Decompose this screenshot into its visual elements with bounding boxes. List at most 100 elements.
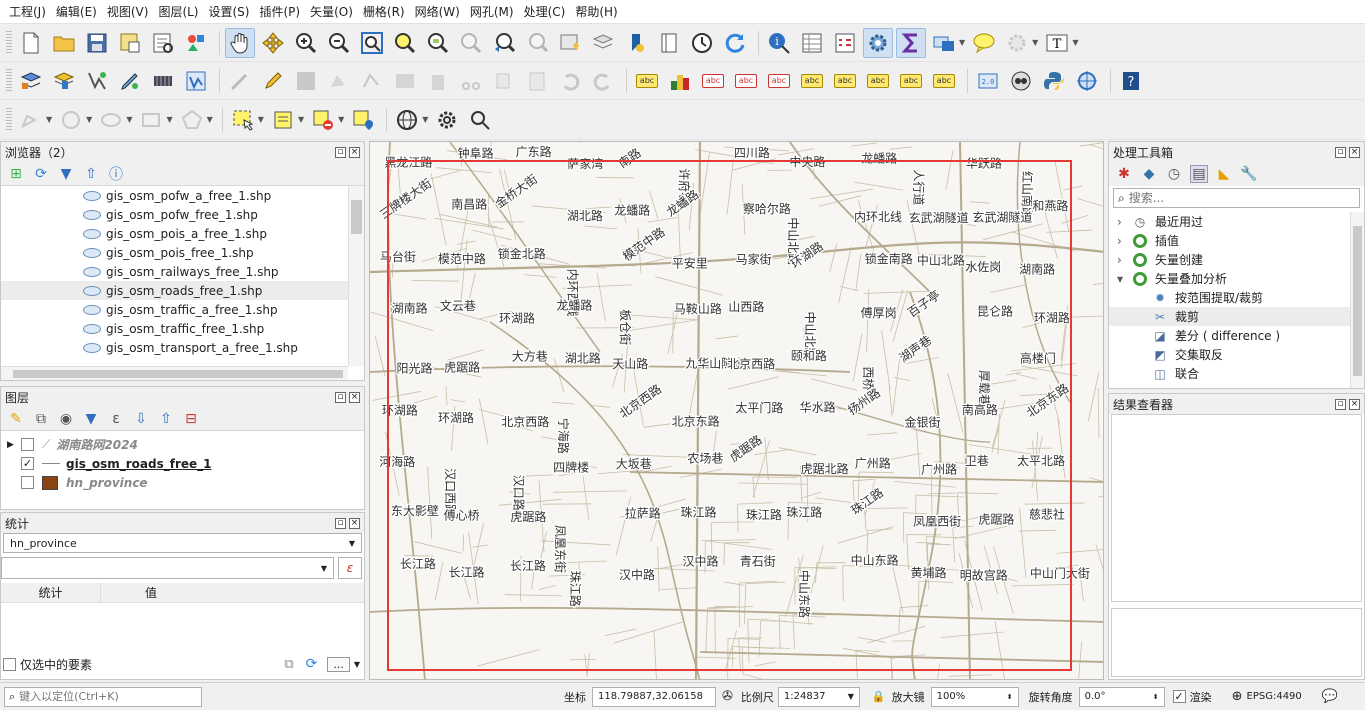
menu-view[interactable]: 视图(V): [102, 0, 154, 24]
map-canvas[interactable]: 黑龙江路 钟阜路 广东路 萨家湾 南路 许府巷 四川路 中央路 龙蟠路 人行道 华跃路 红山南路 三牌楼…: [369, 141, 1104, 680]
list-item-selected[interactable]: gis_osm_roads_free_1.shp: [1, 281, 348, 300]
layer-item[interactable]: ✓ gis_osm_roads_free_1: [7, 454, 364, 473]
ellipse-digitize-button[interactable]: [96, 105, 126, 135]
menu-vector[interactable]: 矢量(O): [305, 0, 358, 24]
temporal-button[interactable]: [621, 28, 651, 58]
scroll-thumb[interactable]: [13, 370, 343, 378]
list-item[interactable]: gis_osm_railways_free_1.shp: [1, 262, 348, 281]
crs-button[interactable]: EPSG:4490: [1247, 691, 1302, 702]
menu-raster[interactable]: 栅格(R): [358, 0, 410, 24]
browser-vscrollbar[interactable]: [348, 186, 364, 366]
column-header[interactable]: 值: [101, 583, 201, 602]
rectangle-digitize-button[interactable]: [136, 105, 166, 135]
zoom-out-button[interactable]: [324, 28, 354, 58]
plugin-c-button[interactable]: [1072, 66, 1102, 96]
move-label-button[interactable]: abc: [797, 66, 827, 96]
rotation-spinbox[interactable]: 0.0° ⬍: [1078, 686, 1165, 707]
search-input[interactable]: [1128, 191, 1329, 205]
crs-button[interactable]: [392, 105, 422, 135]
show-hide-label-button[interactable]: abc: [764, 66, 794, 96]
add-vector-button[interactable]: [49, 66, 79, 96]
options-icon[interactable]: 🔧: [1240, 165, 1258, 183]
list-item[interactable]: gis_osm_pofw_free_1.shp: [1, 205, 348, 224]
close-icon[interactable]: ×: [1349, 398, 1360, 410]
new-bookmark-button[interactable]: [555, 28, 585, 58]
menu-project[interactable]: 工程(J): [4, 0, 51, 24]
list-item[interactable]: gis_osm_pois_a_free_1.shp: [1, 224, 348, 243]
style-manager-button[interactable]: [181, 28, 211, 58]
float-panel-icon[interactable]: ▫: [335, 391, 346, 403]
python-icon[interactable]: ◆: [1140, 165, 1158, 183]
chevron-right-icon[interactable]: ›: [1117, 215, 1133, 229]
layer-checkbox[interactable]: [21, 476, 34, 489]
refresh-button[interactable]: [720, 28, 750, 58]
menu-web[interactable]: 网络(W): [410, 0, 465, 24]
pan-to-selection-button[interactable]: [258, 28, 288, 58]
filter-icon[interactable]: ▼: [57, 165, 75, 183]
plugin-a-button[interactable]: 2.0: [973, 66, 1003, 96]
save-edits-button[interactable]: [291, 66, 321, 96]
toolbox-item[interactable]: › 矢量创建: [1109, 250, 1364, 269]
zoom-native-button[interactable]: [456, 28, 486, 58]
layer-item[interactable]: ▶ ⟋ 湖南路网2024: [7, 435, 364, 454]
undo-button[interactable]: [555, 66, 585, 96]
scale-combo[interactable]: 1:24837 ▼: [777, 686, 860, 707]
float-panel-icon[interactable]: ▫: [335, 146, 346, 158]
menu-mesh[interactable]: 网孔(M): [465, 0, 519, 24]
modify-attributes-button[interactable]: [390, 66, 420, 96]
menu-processing[interactable]: 处理(C): [519, 0, 571, 24]
toolbox-search[interactable]: ⌕: [1113, 188, 1360, 208]
bookmarks-list-button[interactable]: [654, 28, 684, 58]
toolbox-item[interactable]: ✹ 按范围提取/裁剪: [1109, 288, 1364, 307]
list-item[interactable]: gis_osm_transport_a_free_1.shp: [1, 338, 348, 357]
models-icon[interactable]: ✱: [1115, 165, 1133, 183]
locator-input[interactable]: [19, 690, 190, 703]
column-header[interactable]: 统计: [1, 583, 101, 602]
toolbox-button[interactable]: [863, 27, 893, 58]
zoom-in-button[interactable]: [291, 28, 321, 58]
extents-toggle-icon[interactable]: ✇: [722, 689, 733, 704]
field-select[interactable]: ▼: [1, 557, 334, 579]
label-toolbar-button[interactable]: abc: [632, 66, 662, 96]
redo-button[interactable]: [588, 66, 618, 96]
close-icon[interactable]: ×: [1349, 146, 1360, 158]
dropdown-arrow-icon[interactable]: ▼: [86, 115, 92, 124]
coordinate-field[interactable]: 118.79887,32.06158: [592, 686, 716, 707]
select-by-value-button[interactable]: [268, 105, 298, 135]
data-source-manager-button[interactable]: [16, 66, 46, 96]
polygon-digitize-button[interactable]: [177, 105, 207, 135]
dropdown-arrow-icon[interactable]: ▼: [1032, 38, 1038, 47]
show-bookmarks-button[interactable]: [588, 28, 618, 58]
dropdown-arrow-icon[interactable]: ▼: [46, 115, 52, 124]
save-project-button[interactable]: [82, 28, 112, 58]
chevron-down-icon[interactable]: ▾: [1117, 272, 1133, 286]
menu-layer[interactable]: 图层(L): [153, 0, 203, 24]
temporal-controller-button[interactable]: [687, 28, 717, 58]
layer-diagram-button[interactable]: [665, 66, 695, 96]
layer-select[interactable]: hn_province ▼: [3, 533, 362, 553]
rotate-label-button[interactable]: abc: [830, 66, 860, 96]
vertex-tool-button[interactable]: [357, 66, 387, 96]
browser-hscrollbar[interactable]: [1, 366, 348, 380]
field-calculator-button[interactable]: [830, 28, 860, 58]
scroll-thumb[interactable]: [351, 200, 362, 234]
search-button[interactable]: [465, 105, 495, 135]
render-checkbox[interactable]: ✓: [1172, 690, 1186, 703]
chevron-down-icon[interactable]: ▼: [354, 660, 360, 669]
toolbox-item[interactable]: ◫ 联合: [1109, 364, 1364, 383]
magnifier-spinbox[interactable]: 100% ⬍: [930, 686, 1019, 707]
history-icon[interactable]: ◷: [1165, 165, 1183, 183]
style-brush-icon[interactable]: ✎: [7, 410, 25, 428]
toolbox-item[interactable]: › 插值: [1109, 231, 1364, 250]
dropdown-arrow-icon[interactable]: ▼: [166, 115, 172, 124]
float-panel-icon[interactable]: ▫: [1335, 398, 1346, 410]
python-console-button[interactable]: [1039, 66, 1069, 96]
circle-digitize-button[interactable]: [56, 105, 86, 135]
menu-plugins[interactable]: 插件(P): [254, 0, 305, 24]
statistics-button[interactable]: [896, 27, 926, 58]
crs-globe-icon[interactable]: ⊕: [1232, 689, 1243, 704]
refresh-icon[interactable]: ⟳: [32, 165, 50, 183]
digitize-button[interactable]: [225, 66, 255, 96]
zoom-to-selection-button[interactable]: [390, 28, 420, 58]
add-mesh-button[interactable]: [148, 66, 178, 96]
